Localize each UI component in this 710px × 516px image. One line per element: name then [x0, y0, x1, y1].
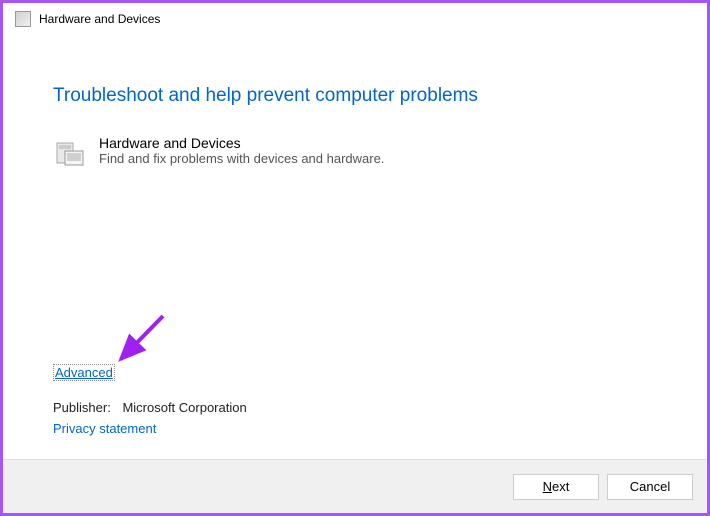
publisher-value: Microsoft Corporation [122, 400, 246, 415]
next-button[interactable]: Next [513, 474, 599, 500]
titlebar: Hardware and Devices [3, 3, 707, 35]
advanced-link[interactable]: Advanced [53, 364, 115, 381]
content-area: Troubleshoot and help prevent computer p… [3, 35, 707, 169]
troubleshooter-item: Hardware and Devices Find and fix proble… [53, 135, 657, 169]
troubleshooter-title: Hardware and Devices [99, 135, 384, 151]
lower-links-section: Advanced Publisher: Microsoft Corporatio… [53, 364, 247, 438]
button-bar: Next Cancel [3, 459, 707, 513]
publisher-row: Publisher: Microsoft Corporation [53, 400, 247, 415]
hardware-devices-icon [53, 137, 85, 169]
annotation-arrow-icon [113, 311, 173, 371]
troubleshooter-description: Find and fix problems with devices and h… [99, 151, 384, 166]
page-heading: Troubleshoot and help prevent computer p… [53, 85, 657, 107]
troubleshooter-icon [15, 11, 31, 27]
cancel-button[interactable]: Cancel [607, 474, 693, 500]
publisher-label: Publisher: [53, 400, 111, 415]
window-title: Hardware and Devices [39, 12, 160, 26]
privacy-statement-link[interactable]: Privacy statement [53, 421, 156, 436]
